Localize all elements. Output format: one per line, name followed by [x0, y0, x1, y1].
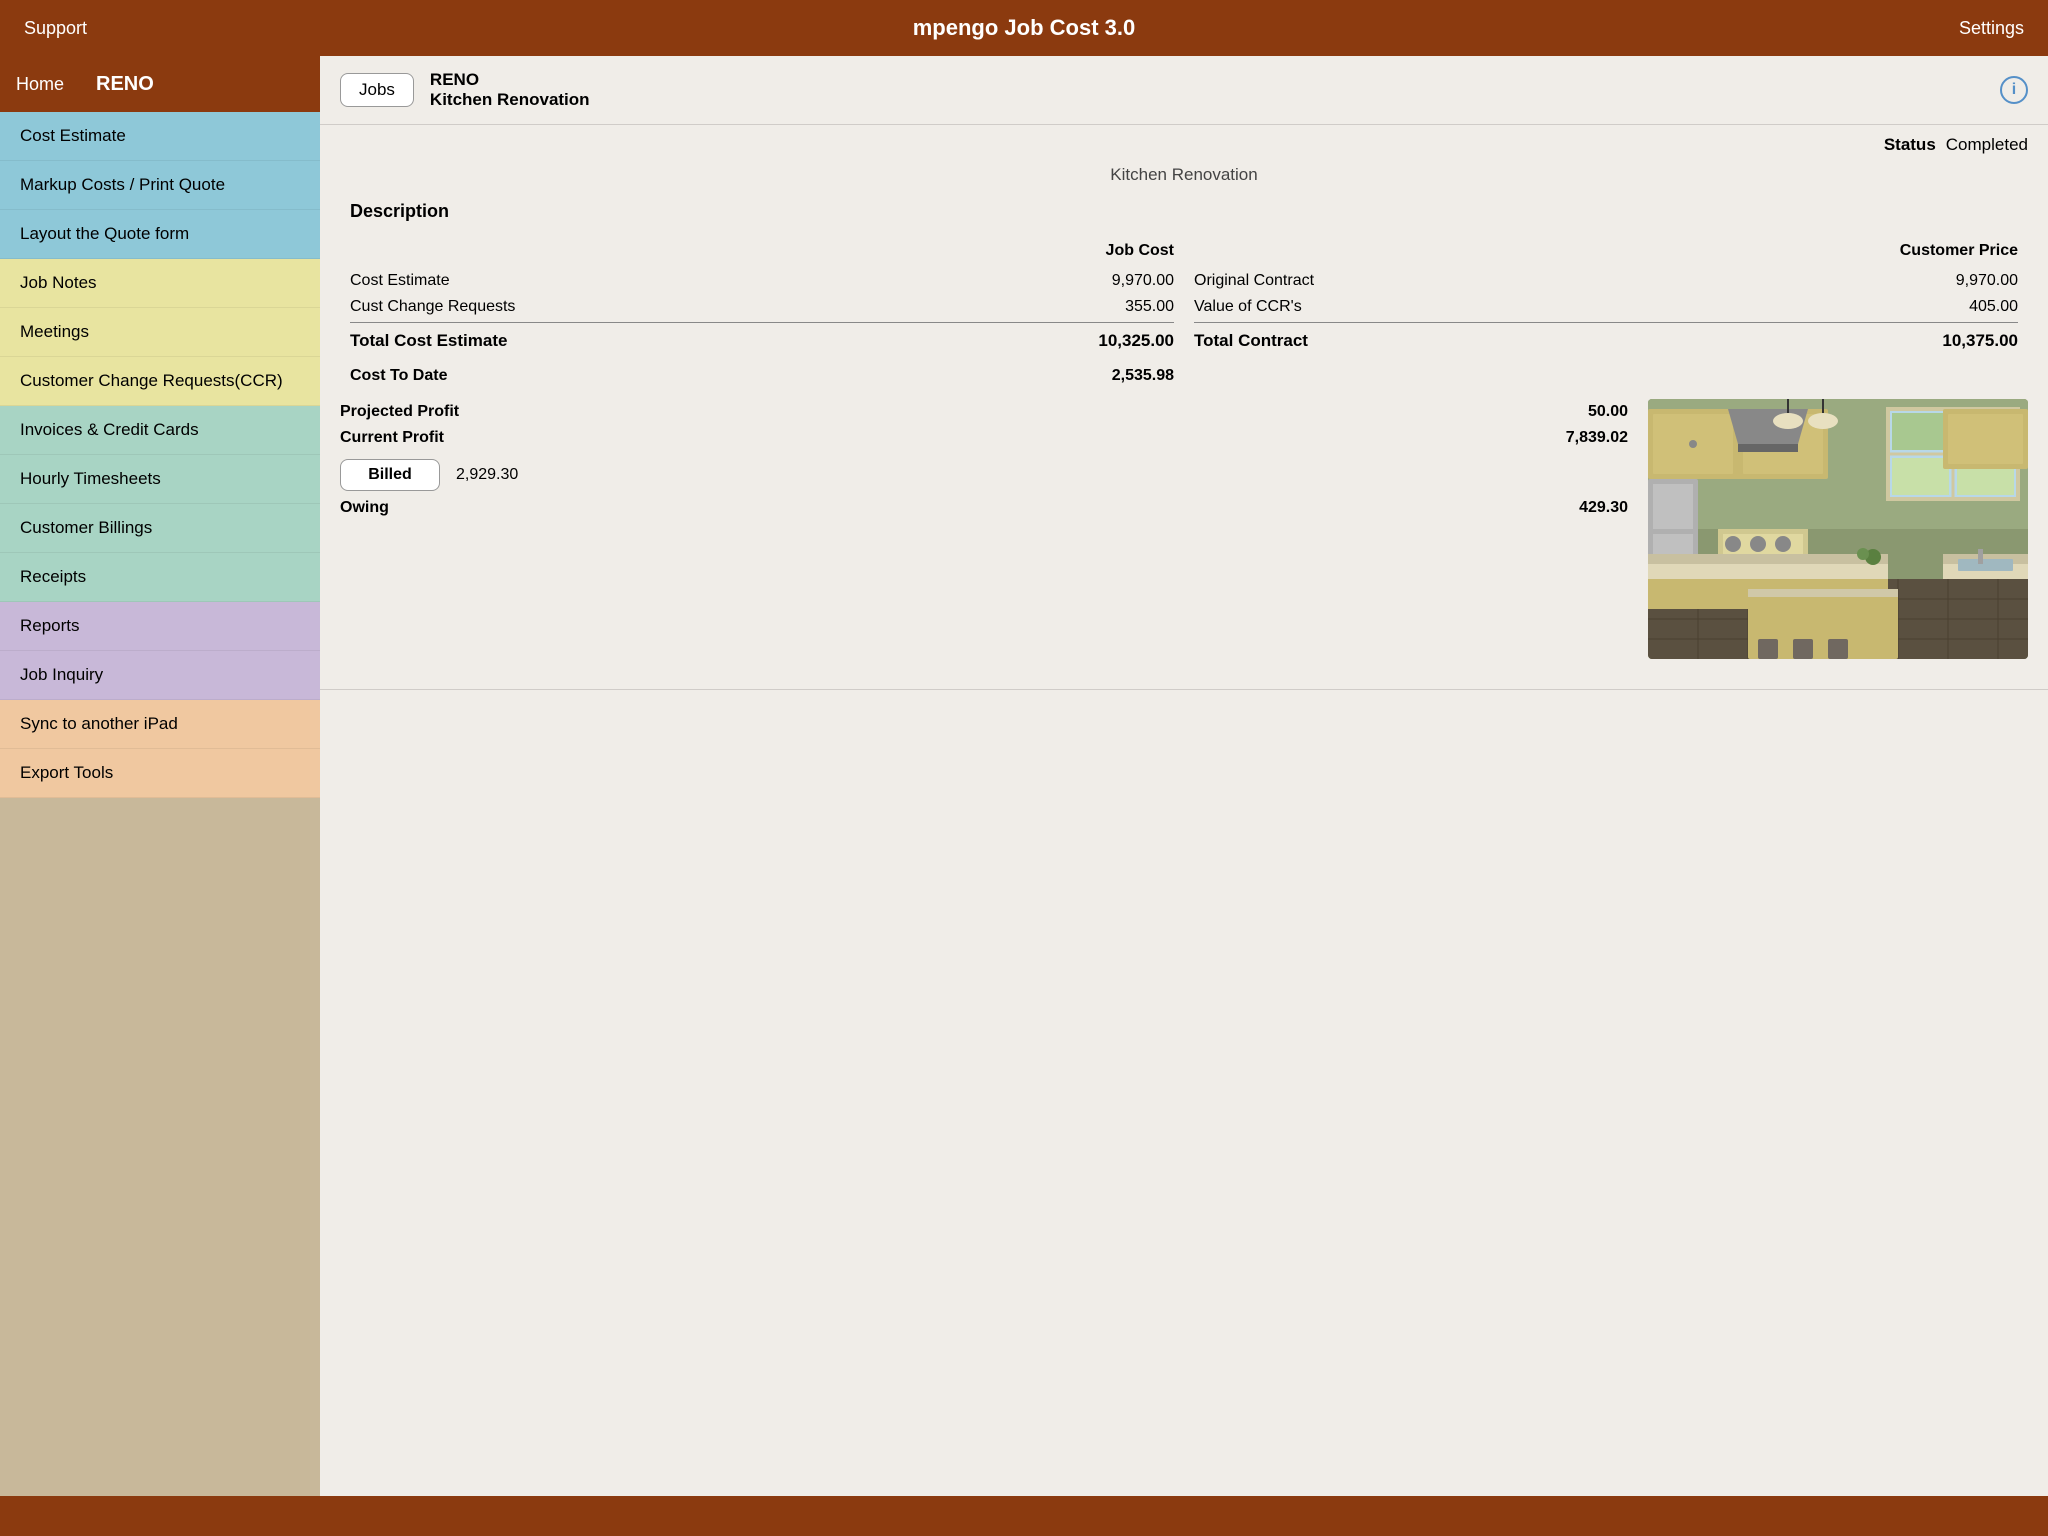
cost-to-date-row: Cost To Date 2,535.98 — [350, 361, 1174, 389]
owing-row: Owing 429.30 — [340, 495, 1628, 521]
original-contract-label: Original Contract — [1194, 272, 1314, 290]
projected-profit-label: Projected Profit — [340, 403, 459, 421]
current-profit-row: Current Profit 7,839.02 — [340, 425, 1628, 451]
projected-profit-row: Projected Profit 50.00 — [340, 399, 1628, 425]
cost-to-date-value: 2,535.98 — [1112, 367, 1174, 385]
cust-change-label: Cust Change Requests — [350, 298, 515, 316]
app-title: mpengo Job Cost 3.0 — [144, 15, 1904, 41]
value-ccr-label: Value of CCR's — [1194, 298, 1302, 316]
sidebar-reno-label: RENO — [96, 73, 154, 96]
cost-estimate-row: Cost Estimate 9,970.00 — [350, 268, 1174, 294]
original-contract-row: Original Contract 9,970.00 — [1194, 268, 2018, 294]
cust-change-row: Cust Change Requests 355.00 — [350, 294, 1174, 320]
current-profit-label: Current Profit — [340, 429, 444, 447]
billed-value: 2,929.30 — [456, 466, 518, 484]
job-name-label: Kitchen Renovation — [430, 90, 590, 110]
sidebar-item-layout-quote[interactable]: Layout the Quote form — [0, 210, 320, 259]
sidebar-section-peach: Sync to another iPad Export Tools — [0, 700, 320, 798]
owing-label: Owing — [340, 499, 389, 517]
cost-estimate-label: Cost Estimate — [350, 272, 450, 290]
value-ccr-row: Value of CCR's 405.00 — [1194, 294, 2018, 320]
settings-link[interactable]: Settings — [1904, 18, 2024, 39]
job-reno-label: RENO — [430, 70, 590, 90]
sidebar-item-job-inquiry[interactable]: Job Inquiry — [0, 651, 320, 700]
financial-section: Job Cost Cost Estimate 9,970.00 Cust Cha… — [320, 232, 2048, 389]
owing-value: 429.30 — [1579, 499, 1628, 517]
sidebar-item-markup-costs[interactable]: Markup Costs / Print Quote — [0, 161, 320, 210]
info-icon[interactable]: i — [2000, 76, 2028, 104]
sidebar-item-meetings[interactable]: Meetings — [0, 308, 320, 357]
sidebar-item-receipts[interactable]: Receipts — [0, 553, 320, 602]
sidebar-item-sync[interactable]: Sync to another iPad — [0, 700, 320, 749]
customer-price-header-row: Customer Price — [1194, 242, 2018, 268]
job-cost-header-row: Job Cost — [350, 242, 1174, 268]
jobs-button[interactable]: Jobs — [340, 73, 414, 107]
total-cost-row: Total Cost Estimate 10,325.00 — [350, 327, 1174, 361]
bottom-bar — [0, 1496, 2048, 1536]
main-layout: Home RENO Cost Estimate Markup Costs / P… — [0, 56, 2048, 1496]
job-cost-header: Job Cost — [1054, 242, 1174, 260]
total-contract-row: Total Contract 10,375.00 — [1194, 327, 2018, 361]
sidebar-item-ccr[interactable]: Customer Change Requests(CCR) — [0, 357, 320, 406]
sidebar-home-link[interactable]: Home — [16, 74, 64, 95]
value-ccr-value: 405.00 — [1928, 298, 2018, 316]
status-value: Completed — [1946, 135, 2028, 155]
bottom-section: Projected Profit 50.00 Current Profit 7,… — [320, 389, 2048, 679]
sidebar-item-cost-estimate[interactable]: Cost Estimate — [0, 112, 320, 161]
sidebar-item-timesheets[interactable]: Hourly Timesheets — [0, 455, 320, 504]
job-cost-column: Job Cost Cost Estimate 9,970.00 Cust Cha… — [340, 242, 1184, 389]
current-profit-value: 7,839.02 — [1566, 429, 1628, 447]
projected-profit-value: 50.00 — [1588, 403, 1628, 421]
fin-divider-right — [1194, 322, 2018, 323]
cost-estimate-value: 9,970.00 — [1084, 272, 1174, 290]
total-contract-value: 10,375.00 — [1942, 331, 2018, 351]
status-row: Status Completed — [320, 125, 2048, 159]
content-area: Jobs RENO Kitchen Renovation i Status Co… — [320, 56, 2048, 1496]
profit-section: Projected Profit 50.00 Current Profit 7,… — [340, 399, 1628, 521]
content-top-bar: Jobs RENO Kitchen Renovation i — [320, 56, 2048, 125]
sidebar-section-purple: Reports Job Inquiry — [0, 602, 320, 700]
sidebar-section-yellow: Job Notes Meetings Customer Change Reque… — [0, 259, 320, 406]
fin-divider-left — [350, 322, 1174, 323]
sidebar-section-teal: Invoices & Credit Cards Hourly Timesheet… — [0, 406, 320, 602]
billed-row: Billed 2,929.30 — [340, 451, 1628, 495]
content-separator — [320, 689, 2048, 690]
customer-price-header: Customer Price — [1898, 242, 2018, 260]
sidebar-item-export-tools[interactable]: Export Tools — [0, 749, 320, 798]
sidebar: Home RENO Cost Estimate Markup Costs / P… — [0, 56, 320, 1496]
original-contract-value: 9,970.00 — [1928, 272, 2018, 290]
support-link[interactable]: Support — [24, 18, 144, 39]
kitchen-photo — [1648, 399, 2028, 659]
status-label: Status — [1884, 135, 1936, 155]
customer-price-column: Customer Price Original Contract 9,970.0… — [1184, 242, 2028, 389]
billed-button[interactable]: Billed — [340, 459, 440, 491]
job-title-block: RENO Kitchen Renovation — [430, 70, 590, 110]
description-label: Description — [320, 191, 2048, 232]
sidebar-header: Home RENO — [0, 56, 320, 112]
total-cost-value: 10,325.00 — [1098, 331, 1174, 351]
total-contract-label: Total Contract — [1194, 331, 1308, 351]
cust-change-value: 355.00 — [1084, 298, 1174, 316]
job-center-title: Kitchen Renovation — [320, 159, 2048, 191]
sidebar-item-job-notes[interactable]: Job Notes — [0, 259, 320, 308]
sidebar-item-invoices[interactable]: Invoices & Credit Cards — [0, 406, 320, 455]
cost-to-date-label: Cost To Date — [350, 367, 447, 385]
sidebar-item-billings[interactable]: Customer Billings — [0, 504, 320, 553]
total-cost-label: Total Cost Estimate — [350, 331, 507, 351]
top-nav-bar: Support mpengo Job Cost 3.0 Settings — [0, 0, 2048, 56]
sidebar-item-reports[interactable]: Reports — [0, 602, 320, 651]
sidebar-section-blue: Cost Estimate Markup Costs / Print Quote… — [0, 112, 320, 259]
